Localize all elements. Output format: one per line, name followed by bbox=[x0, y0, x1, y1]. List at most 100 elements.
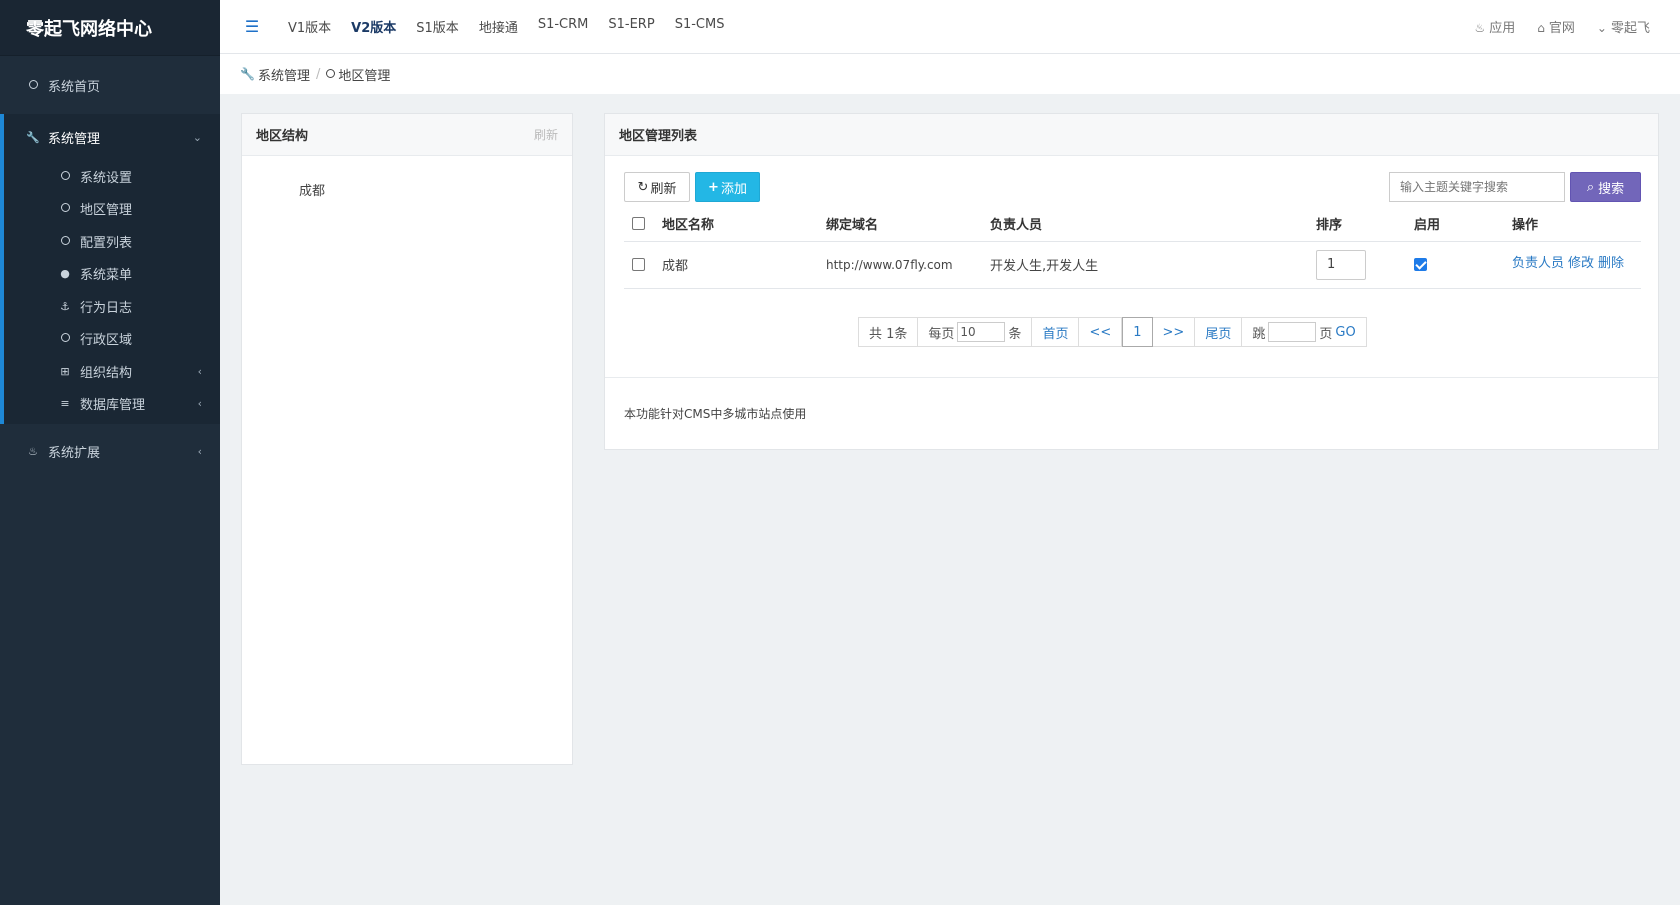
region-owner: 开发人生,开发人生 bbox=[990, 241, 1316, 289]
sidebar-item-label: 系统菜单 bbox=[80, 268, 133, 284]
column-header: 绑定域名 bbox=[826, 207, 990, 242]
sidebar-item-label: 系统首页 bbox=[48, 79, 101, 95]
delete-link[interactable]: 删除 bbox=[1598, 256, 1624, 271]
wrench-icon: 🔧 bbox=[240, 67, 255, 81]
sidebar-item-label: 系统设置 bbox=[80, 170, 133, 186]
sidebar-item-org-structure[interactable]: ⊞ 组织结构 ‹ bbox=[4, 355, 220, 388]
owner-link[interactable]: 负责人员 bbox=[1512, 256, 1564, 271]
top-nav-s1[interactable]: S1版本 bbox=[406, 17, 469, 36]
pagination: 共 1条 每页 10 条 首页 << 1 >> 尾页 跳 页 GO bbox=[858, 317, 1367, 347]
breadcrumb-separator: / bbox=[315, 66, 321, 82]
add-button[interactable]: + 添加 bbox=[695, 172, 760, 202]
top-header: ☰ V1版本 V2版本 S1版本 地接通 S1-CRM S1-ERP S1-CM… bbox=[220, 0, 1680, 54]
sidebar-nav: 系统首页 🔧 系统管理 ⌄ 系统设置 地区管理 配置列表 ● 系统菜单 ⚓ 行为… bbox=[0, 56, 220, 468]
rocket-icon: ♨ bbox=[1474, 21, 1486, 35]
jump-input[interactable] bbox=[1268, 322, 1317, 342]
chevron-left-icon: ‹ bbox=[197, 444, 202, 458]
sidebar: 零起飞网络中心 系统首页 🔧 系统管理 ⌄ 系统设置 地区管理 配置列表 ● 系… bbox=[0, 0, 220, 905]
sidebar-item-admin-region[interactable]: 行政区域 bbox=[4, 323, 220, 356]
top-nav-v1[interactable]: V1版本 bbox=[278, 17, 341, 36]
site-link[interactable]: ⌂ 官网 bbox=[1537, 17, 1575, 36]
breadcrumb: 🔧 系统管理 / 地区管理 bbox=[220, 54, 1680, 94]
enabled-checkbox[interactable] bbox=[1414, 258, 1427, 271]
column-header: 负责人员 bbox=[990, 207, 1316, 242]
menu-toggle-icon[interactable]: ☰ bbox=[226, 17, 278, 36]
region-table: 地区名称 绑定域名 负责人员 排序 启用 操作 成都 http://www.07… bbox=[624, 207, 1641, 289]
column-header: 操作 bbox=[1512, 207, 1641, 242]
user-icon: ● bbox=[60, 267, 70, 281]
sidebar-item-system-menu[interactable]: ● 系统菜单 bbox=[4, 258, 220, 291]
top-nav-s1-cms[interactable]: S1-CMS bbox=[665, 17, 735, 36]
top-nav-v2[interactable]: V2版本 bbox=[341, 17, 406, 36]
header-right: ♨ 应用 ⌂ 官网 ⌄ 零起飞 bbox=[1475, 17, 1651, 36]
table-header-row: 地区名称 绑定域名 负责人员 排序 启用 操作 bbox=[624, 207, 1641, 242]
pager-next[interactable]: >> bbox=[1153, 318, 1196, 346]
breadcrumb-parent[interactable]: 系统管理 bbox=[258, 65, 310, 84]
sidebar-item-label: 数据库管理 bbox=[80, 398, 146, 414]
top-nav-s1-erp[interactable]: S1-ERP bbox=[598, 17, 664, 36]
refresh-icon: ↻ bbox=[637, 179, 649, 195]
sidebar-item-system-manage[interactable]: 🔧 系统管理 ⌄ bbox=[4, 114, 220, 160]
per-page-input[interactable]: 10 bbox=[957, 322, 1006, 342]
sidebar-item-system-settings[interactable]: 系统设置 bbox=[4, 160, 220, 193]
search-icon: ⌕ bbox=[1586, 179, 1595, 195]
top-nav: V1版本 V2版本 S1版本 地接通 S1-CRM S1-ERP S1-CMS bbox=[278, 17, 734, 36]
go-button[interactable]: GO bbox=[1335, 325, 1355, 340]
sidebar-item-database[interactable]: ≡ 数据库管理 ‹ bbox=[4, 388, 220, 421]
search-button[interactable]: ⌕ 搜索 bbox=[1570, 172, 1641, 202]
top-nav-s1-crm[interactable]: S1-CRM bbox=[528, 17, 599, 36]
search-input[interactable] bbox=[1389, 172, 1565, 202]
chevron-down-icon: ⌄ bbox=[192, 130, 202, 144]
tree-refresh-link[interactable]: 刷新 bbox=[534, 126, 558, 143]
column-header: 排序 bbox=[1316, 207, 1414, 242]
chevron-left-icon: ‹ bbox=[197, 364, 202, 378]
breadcrumb-current: 地区管理 bbox=[338, 68, 391, 84]
rocket-icon: ♨ bbox=[28, 444, 38, 458]
brand-title: 零起飞网络中心 bbox=[0, 0, 220, 56]
database-icon: ≡ bbox=[60, 397, 70, 411]
tree-node[interactable]: 成都 bbox=[299, 180, 572, 199]
top-nav-dijietong[interactable]: 地接通 bbox=[469, 17, 528, 36]
panel-title: 地区管理列表 bbox=[619, 129, 698, 144]
region-name: 成都 bbox=[662, 241, 826, 289]
chevron-down-icon: ⌄ bbox=[1596, 21, 1607, 35]
pager-jump: 跳 页 GO bbox=[1242, 318, 1365, 346]
region-tree-panel: 地区结构 刷新 成都 bbox=[241, 113, 573, 765]
pager-total: 共 1条 bbox=[859, 318, 919, 346]
sidebar-item-home[interactable]: 系统首页 bbox=[0, 68, 220, 102]
edit-link[interactable]: 修改 bbox=[1568, 256, 1594, 271]
sidebar-item-region-manage[interactable]: 地区管理 bbox=[4, 193, 220, 226]
circle-icon bbox=[58, 235, 72, 248]
pager-first[interactable]: 首页 bbox=[1032, 318, 1080, 346]
sidebar-item-extension[interactable]: ♨ 系统扩展 ‹ bbox=[0, 434, 220, 468]
pager-last[interactable]: 尾页 bbox=[1195, 318, 1243, 346]
pager-current[interactable]: 1 bbox=[1122, 317, 1153, 347]
row-checkbox[interactable] bbox=[632, 258, 645, 271]
circle-icon bbox=[26, 79, 40, 92]
sidebar-item-label: 组织结构 bbox=[80, 365, 133, 381]
wrench-icon: 🔧 bbox=[26, 130, 40, 144]
region-domain: http://www.07fly.com bbox=[826, 241, 990, 289]
sort-input[interactable]: 1 bbox=[1316, 249, 1366, 280]
sidebar-group-system: 🔧 系统管理 ⌄ 系统设置 地区管理 配置列表 ● 系统菜单 ⚓ 行为日志 行政… bbox=[0, 114, 220, 424]
anchor-icon: ⚓ bbox=[60, 299, 70, 313]
sidebar-item-label: 行政区域 bbox=[80, 333, 133, 349]
chevron-left-icon: ‹ bbox=[197, 397, 202, 411]
table-row: 成都 http://www.07fly.com 开发人生,开发人生 1 负责人员… bbox=[624, 241, 1641, 289]
pager-prev[interactable]: << bbox=[1079, 318, 1123, 346]
sidebar-item-behavior-log[interactable]: ⚓ 行为日志 bbox=[4, 290, 220, 323]
circle-icon bbox=[58, 202, 72, 215]
circle-icon bbox=[58, 332, 72, 345]
user-menu[interactable]: ⌄ 零起飞 bbox=[1597, 17, 1650, 36]
home-icon: ⌂ bbox=[1537, 21, 1545, 35]
region-list-header: 地区管理列表 bbox=[605, 114, 1658, 156]
column-header: 启用 bbox=[1414, 207, 1512, 242]
sidebar-item-label: 配置列表 bbox=[80, 235, 133, 251]
sidebar-item-config-list[interactable]: 配置列表 bbox=[4, 225, 220, 258]
refresh-button[interactable]: ↻ 刷新 bbox=[624, 172, 690, 202]
pager-per-page: 每页 10 条 bbox=[918, 318, 1033, 346]
apps-link[interactable]: ♨ 应用 bbox=[1475, 17, 1516, 36]
select-all-checkbox[interactable] bbox=[632, 217, 645, 231]
circle-icon bbox=[58, 170, 72, 183]
circle-icon bbox=[326, 67, 336, 81]
